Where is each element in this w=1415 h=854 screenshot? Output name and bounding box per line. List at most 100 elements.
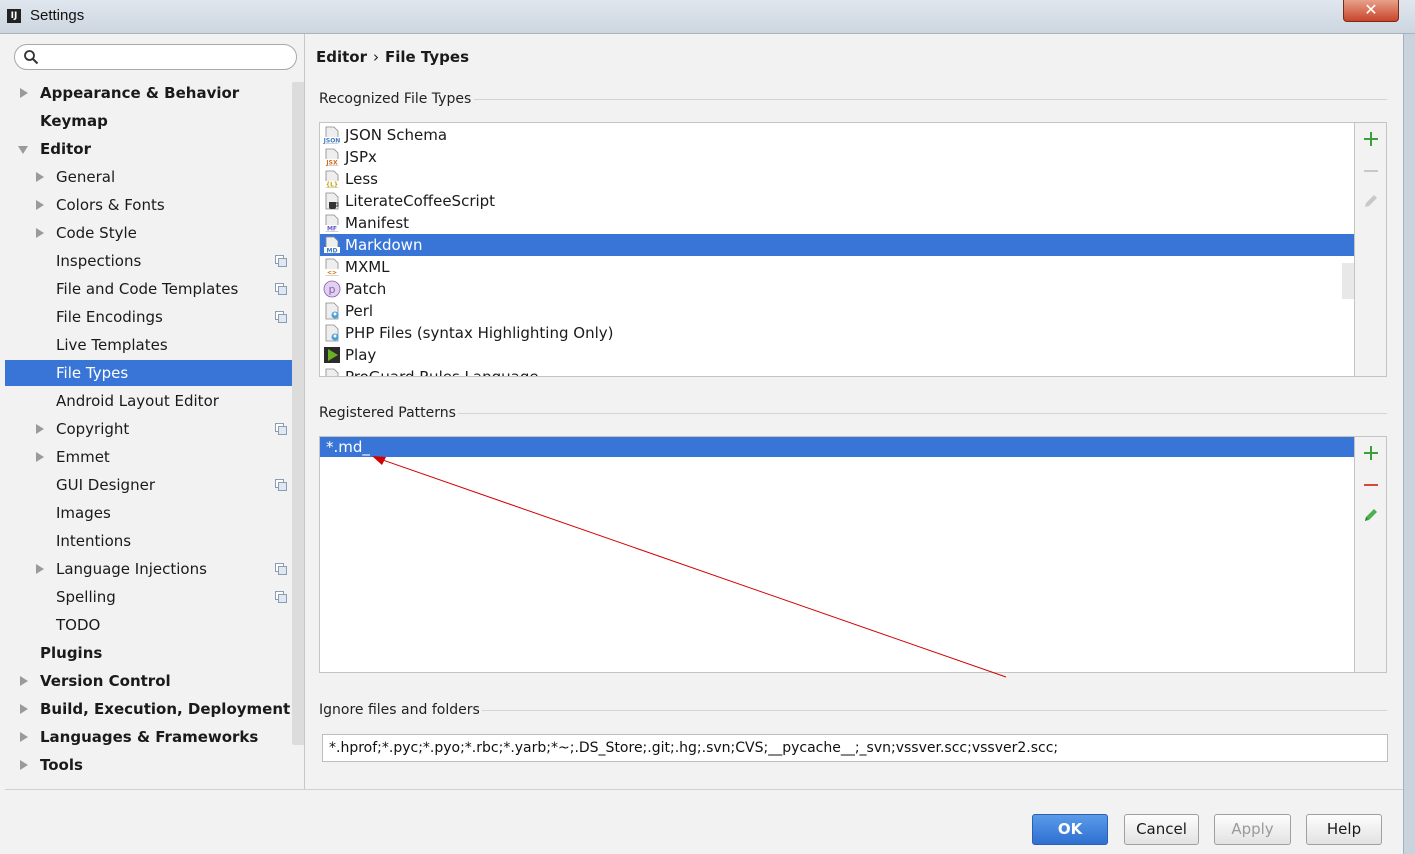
sidebar-item-file-types[interactable]: File Types xyxy=(5,360,304,386)
list-item-jspx[interactable]: JSX JSPx xyxy=(320,146,1354,168)
sidebar-item-intentions[interactable]: Intentions xyxy=(5,528,291,554)
sidebar-item-spelling[interactable]: Spelling xyxy=(5,584,291,610)
project-settings-icon xyxy=(275,591,287,603)
add-icon[interactable] xyxy=(1363,131,1379,147)
svg-text:JSON: JSON xyxy=(323,138,340,145)
sidebar-item-label: Spelling xyxy=(56,588,116,606)
sidebar-item-general[interactable]: General xyxy=(5,164,291,190)
sidebar-item-code-style[interactable]: Code Style xyxy=(5,220,291,246)
patch-file-icon: p xyxy=(323,280,341,298)
expand-arrow-icon[interactable] xyxy=(36,564,44,574)
sidebar-item-todo[interactable]: TODO xyxy=(5,612,291,638)
list-item-mxml[interactable]: <> MXML xyxy=(320,256,1354,278)
expand-arrow-icon[interactable] xyxy=(36,172,44,182)
edit-pencil-icon[interactable] xyxy=(1363,193,1379,209)
svg-text:<>: <> xyxy=(327,270,337,277)
expand-arrow-icon[interactable] xyxy=(36,452,44,462)
sidebar-item-label: Languages & Frameworks xyxy=(40,728,259,746)
project-settings-icon xyxy=(275,311,287,323)
expand-arrow-icon[interactable] xyxy=(36,228,44,238)
remove-icon[interactable] xyxy=(1363,477,1379,493)
help-button[interactable]: Help xyxy=(1306,814,1382,845)
perl-file-icon xyxy=(325,302,339,320)
list-item-json-schema[interactable]: JSON JSON Schema xyxy=(320,124,1354,146)
list-item-patch[interactable]: p Patch xyxy=(320,278,1354,300)
list-item-play[interactable]: Play xyxy=(320,344,1354,366)
expand-arrow-icon[interactable] xyxy=(20,88,28,98)
sidebar-item-label: Colors & Fonts xyxy=(56,196,165,214)
breadcrumb-parent[interactable]: Editor xyxy=(316,48,367,66)
ignore-files-input[interactable] xyxy=(322,734,1388,762)
list-item-markdown[interactable]: MD Markdown xyxy=(320,234,1354,256)
collapse-arrow-icon[interactable] xyxy=(18,146,28,154)
sidebar-item-images[interactable]: Images xyxy=(5,500,291,526)
sidebar-item-colors-fonts[interactable]: Colors & Fonts xyxy=(5,192,291,218)
section-divider xyxy=(458,413,1387,414)
project-settings-icon xyxy=(275,255,287,267)
project-settings-icon xyxy=(275,423,287,435)
sidebar-scrollbar[interactable] xyxy=(292,82,304,745)
sidebar-item-label: Android Layout Editor xyxy=(56,392,219,410)
search-input[interactable] xyxy=(43,47,291,67)
apply-button[interactable]: Apply xyxy=(1214,814,1291,845)
sidebar-item-file-encodings[interactable]: File Encodings xyxy=(5,304,291,330)
sidebar-item-gui-designer[interactable]: GUI Designer xyxy=(5,472,291,498)
sidebar-item-copyright[interactable]: Copyright xyxy=(5,416,291,442)
sidebar-item-live-templates[interactable]: Live Templates xyxy=(5,332,291,358)
sidebar-item-version-control[interactable]: Version Control xyxy=(5,668,291,694)
sidebar-item-label: Intentions xyxy=(56,532,132,550)
registered-patterns-list[interactable]: *.md_ xyxy=(319,436,1355,673)
expand-arrow-icon[interactable] xyxy=(36,424,44,434)
breadcrumb: Editor › File Types xyxy=(316,48,469,66)
pattern-item-md[interactable]: *.md_ xyxy=(320,437,1354,457)
list-scrollbar[interactable] xyxy=(1342,263,1354,299)
ok-button[interactable]: OK xyxy=(1032,814,1108,845)
file-types-panel: Editor › File Types Recognized File Types … xyxy=(306,34,1403,789)
sidebar-item-keymap[interactable]: Keymap xyxy=(5,108,291,134)
sidebar-item-plugins[interactable]: Plugins xyxy=(5,640,291,666)
sidebar-item-language-injections[interactable]: Language Injections xyxy=(5,556,291,582)
jsx-file-icon: JSX xyxy=(324,148,340,167)
remove-icon[interactable] xyxy=(1363,163,1379,179)
breadcrumb-separator: › xyxy=(373,48,379,66)
sidebar-item-languages-frameworks[interactable]: Languages & Frameworks xyxy=(5,724,291,750)
sidebar-item-emmet[interactable]: Emmet xyxy=(5,444,291,470)
project-settings-icon xyxy=(275,283,287,295)
cancel-button[interactable]: Cancel xyxy=(1124,814,1199,845)
expand-arrow-icon[interactable] xyxy=(20,676,28,686)
sidebar-item-inspections[interactable]: Inspections xyxy=(5,248,291,274)
search-box[interactable] xyxy=(14,44,297,70)
list-item-proguard[interactable]: ProGuard Rules Language xyxy=(320,366,1354,376)
patterns-toolbar xyxy=(1355,436,1387,673)
dialog-button-bar: OK Cancel Apply Help xyxy=(5,789,1403,854)
expand-arrow-icon[interactable] xyxy=(20,704,28,714)
mxml-file-icon: <> xyxy=(324,258,340,277)
add-icon[interactable] xyxy=(1363,445,1379,461)
list-item-label: Patch xyxy=(345,280,387,298)
coffee-file-icon xyxy=(325,192,339,210)
close-button[interactable]: ✕ xyxy=(1343,0,1399,22)
section-divider xyxy=(482,710,1387,711)
list-item-label: Less xyxy=(345,170,378,188)
sidebar-item-build-execution-deployment[interactable]: Build, Execution, Deployment xyxy=(5,696,291,722)
sidebar-item-appearance-behavior[interactable]: Appearance & Behavior xyxy=(5,80,291,106)
sidebar-item-tools[interactable]: Tools xyxy=(5,752,291,778)
edit-pencil-icon[interactable] xyxy=(1363,507,1379,523)
list-item-php-files[interactable]: PHP Files (syntax Highlighting Only) xyxy=(320,322,1354,344)
list-item-label: Play xyxy=(345,346,377,364)
sidebar-item-label: Code Style xyxy=(56,224,137,242)
svg-text:JSX: JSX xyxy=(325,160,338,167)
sidebar-item-android-layout-editor[interactable]: Android Layout Editor xyxy=(5,388,291,414)
sidebar-item-editor[interactable]: Editor xyxy=(5,136,291,162)
expand-arrow-icon[interactable] xyxy=(20,760,28,770)
list-item-perl[interactable]: Perl xyxy=(320,300,1354,322)
recognized-file-types-list[interactable]: JSON JSON Schema JSX JSPx {L} Less Liter… xyxy=(319,122,1355,377)
sidebar-item-file-code-templates[interactable]: File and Code Templates xyxy=(5,276,291,302)
expand-arrow-icon[interactable] xyxy=(20,732,28,742)
list-item-less[interactable]: {L} Less xyxy=(320,168,1354,190)
sidebar-item-label: Version Control xyxy=(40,672,171,690)
list-item-literatecoffeescript[interactable]: LiterateCoffeeScript xyxy=(320,190,1354,212)
expand-arrow-icon[interactable] xyxy=(36,200,44,210)
list-item-manifest[interactable]: MF Manifest xyxy=(320,212,1354,234)
sidebar-item-label: TODO xyxy=(56,616,101,634)
